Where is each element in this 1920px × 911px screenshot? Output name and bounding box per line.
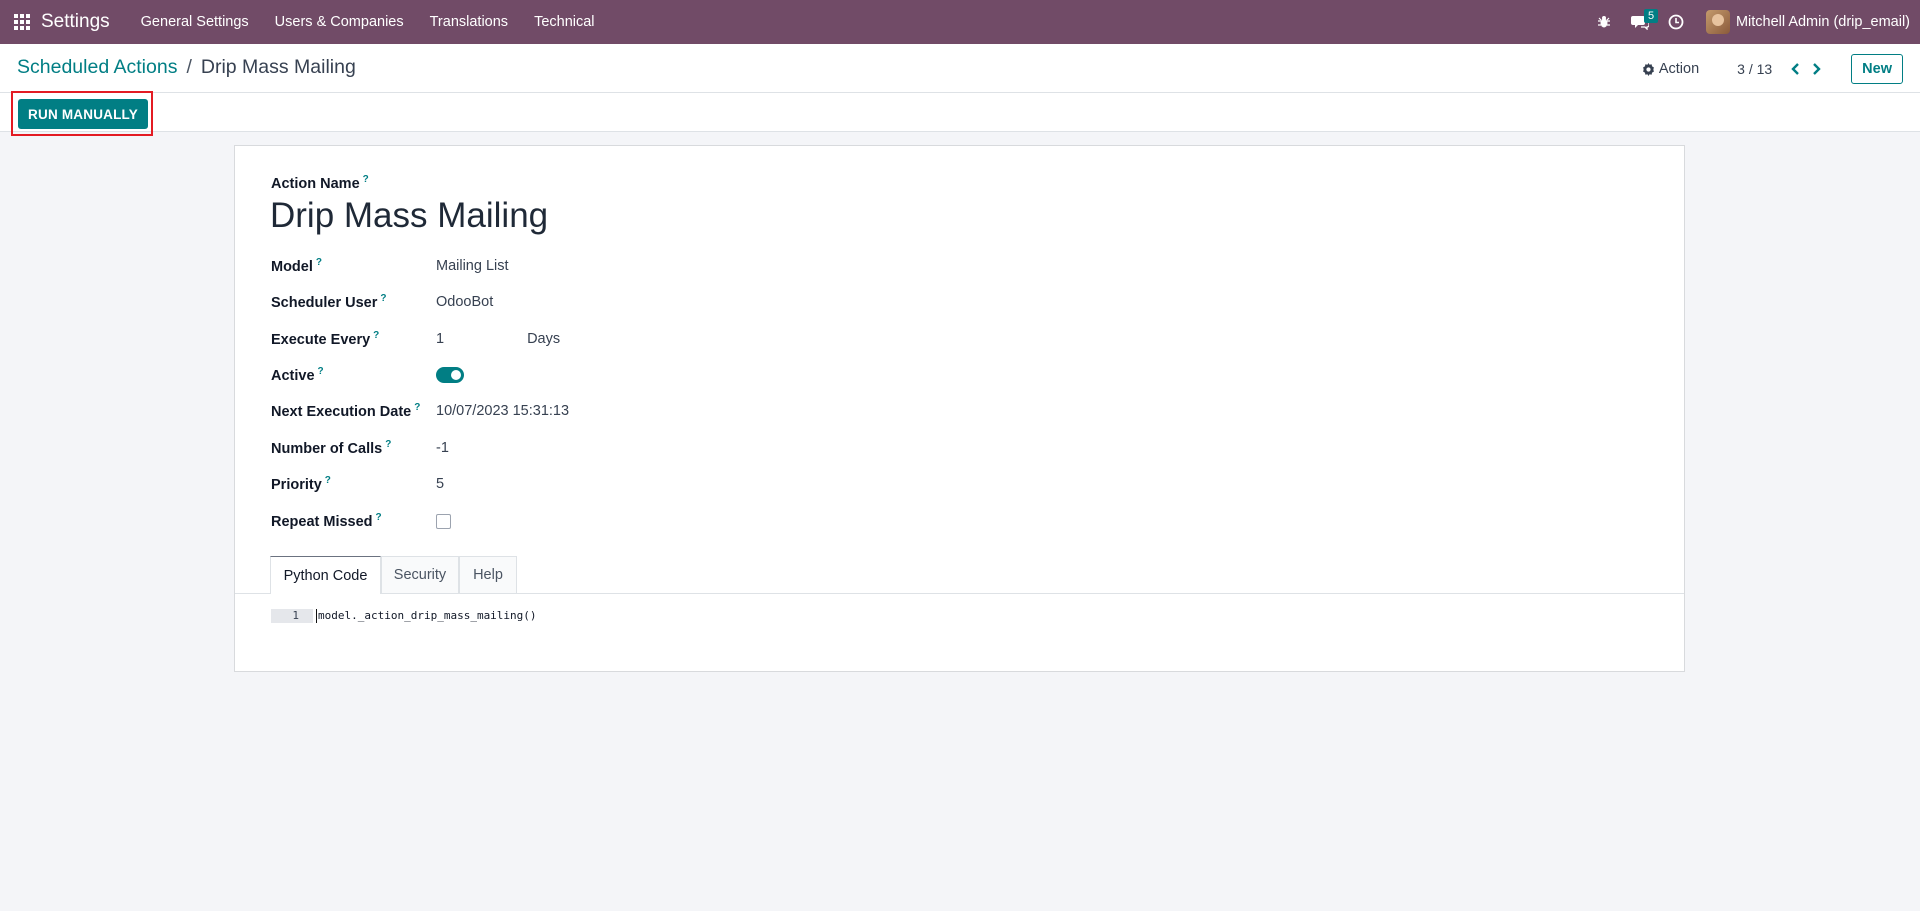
active-label-text: Active xyxy=(271,367,315,384)
field-row-next-execution-date: Next Execution Date? 10/07/2023 15:31:13 xyxy=(271,397,569,425)
chevron-left-icon xyxy=(1791,63,1800,75)
top-navbar: Settings General Settings Users & Compan… xyxy=(0,0,1920,44)
field-row-repeat-missed: Repeat Missed? xyxy=(271,507,451,535)
help-tooltip-icon[interactable]: ? xyxy=(414,402,420,413)
breadcrumb: Scheduled Actions / Drip Mass Mailing xyxy=(17,56,356,79)
repeat-missed-label: Repeat Missed? xyxy=(271,512,436,530)
bug-icon[interactable] xyxy=(1586,0,1622,44)
number-of-calls-value[interactable]: -1 xyxy=(436,440,449,456)
scheduler-user-label: Scheduler User? xyxy=(271,293,436,311)
help-tooltip-icon[interactable]: ? xyxy=(363,174,369,185)
menu-technical[interactable]: Technical xyxy=(521,0,607,44)
priority-label: Priority? xyxy=(271,475,436,493)
apps-grid-icon[interactable] xyxy=(0,0,44,44)
menu-users-companies[interactable]: Users & Companies xyxy=(262,0,417,44)
action-name-label: Action Name? xyxy=(271,174,369,192)
help-tooltip-icon[interactable]: ? xyxy=(380,293,386,304)
clock-icon[interactable] xyxy=(1658,0,1694,44)
scheduler-user-value[interactable]: OdooBot xyxy=(436,294,493,310)
active-toggle[interactable] xyxy=(436,367,464,383)
active-label: Active? xyxy=(271,366,436,384)
field-row-active: Active? xyxy=(271,361,464,389)
help-tooltip-icon[interactable]: ? xyxy=(376,512,382,523)
execute-every-value[interactable]: 1 xyxy=(436,331,444,347)
code-line[interactable]: model._action_drip_mass_mailing() xyxy=(316,609,537,623)
model-label: Model? xyxy=(271,257,436,275)
control-panel: Scheduled Actions / Drip Mass Mailing Ac… xyxy=(0,44,1920,136)
tab-security[interactable]: Security xyxy=(381,556,459,593)
repeat-missed-label-text: Repeat Missed xyxy=(271,513,373,530)
model-label-text: Model xyxy=(271,258,313,275)
user-avatar[interactable] xyxy=(1705,10,1730,34)
help-tooltip-icon[interactable]: ? xyxy=(373,330,379,341)
python-code-editor[interactable]: 1 model._action_drip_mass_mailing() xyxy=(271,609,537,623)
help-tooltip-icon[interactable]: ? xyxy=(318,366,324,377)
number-of-calls-label-text: Number of Calls xyxy=(271,440,383,457)
new-button[interactable]: New xyxy=(1851,54,1903,84)
pager-previous-button[interactable] xyxy=(1784,56,1806,82)
action-name-field[interactable]: Drip Mass Mailing xyxy=(270,196,548,236)
number-of-calls-label: Number of Calls? xyxy=(271,439,436,457)
menu-general-settings[interactable]: General Settings xyxy=(128,0,262,44)
priority-value[interactable]: 5 xyxy=(436,476,444,492)
action-name-label-text: Action Name xyxy=(271,175,360,192)
form-sheet: Action Name? Drip Mass Mailing Model? Ma… xyxy=(234,145,1685,672)
tab-help[interactable]: Help xyxy=(459,556,517,593)
next-execution-date-label-text: Next Execution Date xyxy=(271,403,412,420)
tab-python-code[interactable]: Python Code xyxy=(270,556,381,594)
execute-every-label-text: Execute Every xyxy=(271,331,371,348)
next-execution-date-label: Next Execution Date? xyxy=(271,402,436,420)
breadcrumb-separator: / xyxy=(186,56,192,78)
chevron-right-icon xyxy=(1813,63,1821,75)
priority-label-text: Priority xyxy=(271,476,322,493)
pager-value[interactable]: 3 / 13 xyxy=(1737,61,1772,77)
chat-icon[interactable]: 5 xyxy=(1622,0,1659,44)
gear-icon xyxy=(1642,62,1654,76)
field-row-execute-every: Execute Every? 1 Days xyxy=(271,325,560,353)
pager-next-button[interactable] xyxy=(1806,56,1828,82)
help-tooltip-icon[interactable]: ? xyxy=(385,439,391,450)
action-menu-button[interactable]: Action xyxy=(1642,61,1699,77)
control-panel-divider xyxy=(0,92,1920,93)
help-tooltip-icon[interactable]: ? xyxy=(325,475,331,486)
app-name[interactable]: Settings xyxy=(41,11,110,33)
field-row-priority: Priority? 5 xyxy=(271,470,444,498)
next-execution-date-value[interactable]: 10/07/2023 15:31:13 xyxy=(436,403,569,419)
scheduler-user-label-text: Scheduler User xyxy=(271,294,378,311)
menu-translations[interactable]: Translations xyxy=(417,0,521,44)
breadcrumb-current: Drip Mass Mailing xyxy=(200,56,356,78)
line-number: 1 xyxy=(271,609,313,623)
breadcrumb-scheduled-actions[interactable]: Scheduled Actions xyxy=(17,56,177,79)
field-row-model: Model? Mailing List xyxy=(271,252,509,280)
run-manually-button[interactable]: RUN MANUALLY xyxy=(18,99,148,129)
interval-unit-select[interactable]: Days xyxy=(527,331,560,347)
repeat-missed-checkbox[interactable] xyxy=(436,513,451,529)
model-value[interactable]: Mailing List xyxy=(436,258,509,274)
execute-every-label: Execute Every? xyxy=(271,330,436,348)
field-row-number-of-calls: Number of Calls? -1 xyxy=(271,434,449,462)
field-row-scheduler-user: Scheduler User? OdooBot xyxy=(271,288,493,316)
help-tooltip-icon[interactable]: ? xyxy=(316,257,322,268)
action-label: Action xyxy=(1658,61,1700,77)
notebook-tabs: Python Code Security Help xyxy=(235,556,1684,594)
messages-count-badge: 5 xyxy=(1643,9,1659,23)
user-name[interactable]: Mitchell Admin (drip_email) xyxy=(1736,14,1910,30)
